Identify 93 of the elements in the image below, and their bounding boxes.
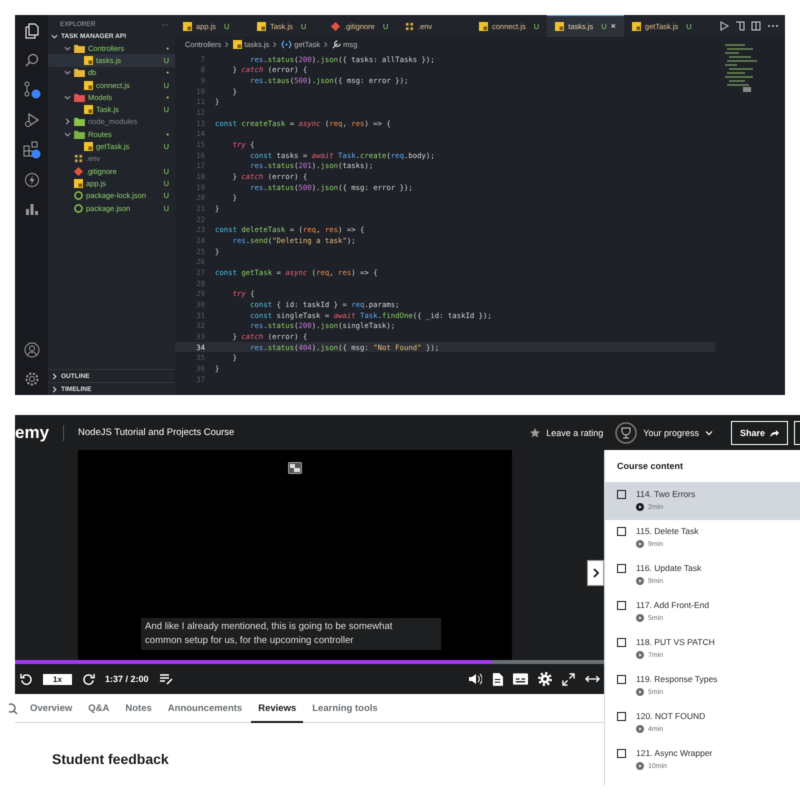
play-icon <box>636 762 644 770</box>
content-tab[interactable]: Overview <box>23 696 80 723</box>
chevron-icon[interactable] <box>64 69 71 76</box>
document-icon[interactable] <box>492 672 503 686</box>
js-file-icon <box>84 105 93 114</box>
checkbox[interactable] <box>617 675 626 684</box>
play-icon <box>636 688 644 696</box>
chevron-icon <box>323 40 330 48</box>
compare-icon[interactable] <box>735 21 745 31</box>
method-icon <box>281 40 292 48</box>
chevron-icon <box>272 40 278 48</box>
course-title: NodeJS Tutorial and Projects Course <box>77 427 234 438</box>
content-tab[interactable]: Q&A <box>81 696 116 723</box>
logo-text[interactable]: emy <box>15 424 64 440</box>
diamond-icon <box>331 22 340 30</box>
js-file-icon <box>632 22 641 30</box>
play-icon <box>636 725 644 733</box>
lightning-icon[interactable] <box>24 172 40 188</box>
picture-in-picture-icon[interactable] <box>288 462 302 474</box>
rewind-icon[interactable] <box>20 672 33 686</box>
chevron-icon[interactable] <box>64 94 71 101</box>
lecture-title: 114. Two Errors <box>636 489 696 499</box>
notes-icon[interactable] <box>158 673 173 685</box>
split-editor-icon[interactable] <box>751 21 761 31</box>
settings-icon[interactable] <box>24 371 40 387</box>
forward-icon[interactable] <box>82 672 95 686</box>
checkbox[interactable] <box>617 749 626 758</box>
lecture-title: 118. PUT VS PATCH <box>636 637 715 647</box>
checkbox[interactable] <box>617 527 626 536</box>
play-icon <box>636 503 644 511</box>
lecture-title: 116. Update Task <box>636 563 702 573</box>
diamond-icon <box>74 166 83 176</box>
lecture-title: 120. NOT FOUND <box>636 711 706 721</box>
lecture-title: 117. Add Front-End <box>636 600 710 610</box>
captions-icon[interactable] <box>513 673 528 685</box>
chevron-right-icon <box>592 568 600 578</box>
volume-icon[interactable] <box>468 673 482 685</box>
run-debug-icon[interactable] <box>24 112 40 128</box>
checkbox[interactable] <box>617 601 626 610</box>
js-file-icon <box>555 22 564 30</box>
chevron-icon[interactable] <box>64 130 71 138</box>
source-control-icon[interactable] <box>22 81 40 99</box>
grid-file-icon <box>405 22 414 30</box>
checkbox[interactable] <box>617 564 626 573</box>
chevron-icon[interactable] <box>64 118 71 126</box>
close-button[interactable]: × <box>610 21 616 31</box>
run-icon[interactable] <box>719 21 729 31</box>
grid-file-icon <box>74 154 83 164</box>
time-display: 1:37 / 2:00 <box>105 674 149 684</box>
play-icon <box>636 540 644 548</box>
account-icon[interactable] <box>24 342 40 358</box>
content-tab[interactable]: Announcements <box>160 696 250 723</box>
wrench-icon <box>332 40 342 48</box>
js-file-icon <box>84 56 93 65</box>
content-tab[interactable]: Notes <box>118 696 159 723</box>
extensions-icon[interactable] <box>22 141 40 159</box>
fullscreen-icon[interactable] <box>562 672 575 686</box>
share-arrow-icon <box>769 428 779 438</box>
chevron-icon <box>224 40 230 48</box>
lecture-title: 121. Async Wrapper <box>636 748 712 758</box>
trophy-icon <box>615 422 638 444</box>
rating-link[interactable]: Leave a rating <box>546 428 604 438</box>
files-icon[interactable] <box>24 23 40 39</box>
chevron-down-icon[interactable] <box>704 428 713 436</box>
js-file-icon <box>479 22 488 30</box>
play-icon <box>636 614 644 622</box>
play-icon <box>636 577 644 585</box>
checkbox[interactable] <box>617 638 626 647</box>
lecture-title: 115. Delete Task <box>636 526 699 536</box>
expand-icon[interactable] <box>585 674 600 684</box>
lecture-title: 119. Response Types <box>636 674 718 684</box>
checkbox[interactable] <box>617 490 626 499</box>
caption-text: And like I already mentioned, this is going to be somewhat common setup for us, for the upcoming controller <box>141 618 441 650</box>
search-icon[interactable] <box>24 52 40 68</box>
speed-button[interactable]: 1x <box>43 674 72 684</box>
share-button[interactable]: Share <box>730 420 788 444</box>
chart-icon[interactable] <box>24 201 40 217</box>
more-icon[interactable] <box>767 24 779 28</box>
next-button[interactable] <box>587 560 604 586</box>
play-icon <box>636 651 644 659</box>
js-file-icon <box>257 22 266 30</box>
js-file-icon <box>84 142 93 152</box>
js-file-icon <box>84 80 93 90</box>
progress-button[interactable]: Your progress <box>643 428 699 438</box>
section-heading: Student feedback <box>52 751 170 767</box>
content-tab[interactable]: Learning tools <box>305 696 385 723</box>
content-tab[interactable]: Reviews <box>251 696 304 723</box>
chevron-icon[interactable] <box>64 44 71 52</box>
js-file-icon <box>233 40 242 48</box>
checkbox[interactable] <box>617 712 626 721</box>
star-icon <box>530 428 540 438</box>
js-file-icon <box>183 22 192 30</box>
js-file-icon <box>74 178 83 188</box>
